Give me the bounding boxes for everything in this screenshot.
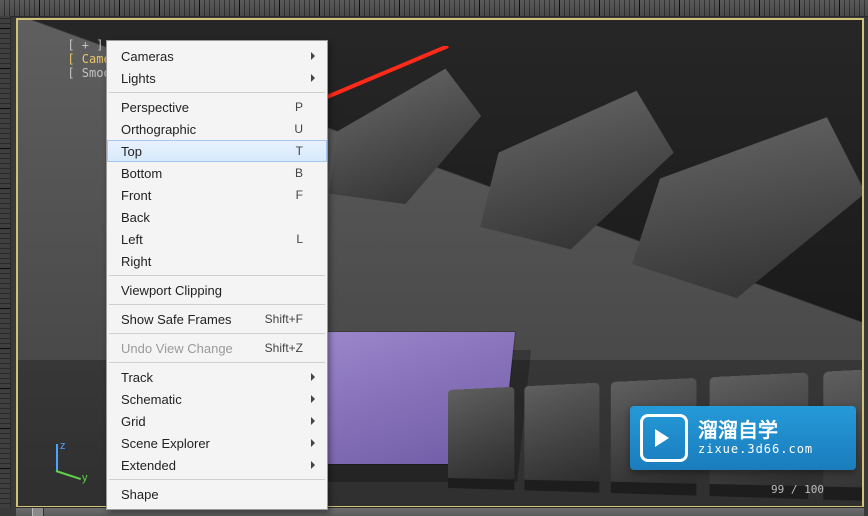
menu-item-label: Shape <box>121 487 159 502</box>
menu-item-label: Track <box>121 370 153 385</box>
menu-item-undo-view-change: Undo View Change Shift+Z <box>107 337 327 359</box>
menu-item-orthographic[interactable]: Orthographic U <box>107 118 327 140</box>
menu-item-shortcut: B <box>295 166 303 180</box>
menu-item-scene-explorer[interactable]: Scene Explorer <box>107 432 327 454</box>
menu-item-label: Scene Explorer <box>121 436 210 451</box>
menu-item-label: Bottom <box>121 166 162 181</box>
menu-separator <box>109 333 325 334</box>
axis-gizmo: z y <box>38 444 84 490</box>
menu-item-shape[interactable]: Shape <box>107 483 327 505</box>
menu-item-label: Left <box>121 232 143 247</box>
viewport-context-menu: Cameras Lights Perspective P Orthographic U To… <box>106 40 328 510</box>
timeline-thumb[interactable] <box>32 508 44 516</box>
menu-item-lights[interactable]: Lights <box>107 67 327 89</box>
ruler-vertical <box>0 16 11 508</box>
play-icon <box>640 414 688 462</box>
menu-separator <box>109 362 325 363</box>
geometry-decor <box>329 55 487 213</box>
menu-item-shortcut: U <box>294 122 303 136</box>
menu-item-shortcut: Shift+F <box>265 312 303 326</box>
menu-item-label: Right <box>121 254 151 269</box>
menu-item-shortcut: L <box>296 232 303 246</box>
menu-item-label: Back <box>121 210 150 225</box>
viewport-plus-button[interactable]: [ + ] <box>67 38 103 52</box>
menu-item-show-safe-frames[interactable]: Show Safe Frames Shift+F <box>107 308 327 330</box>
menu-item-shortcut: P <box>295 100 303 114</box>
menu-item-label: Undo View Change <box>121 341 233 356</box>
menu-item-shortcut: T <box>296 144 303 158</box>
menu-item-shortcut: Shift+Z <box>265 341 303 355</box>
menu-item-left[interactable]: Left L <box>107 228 327 250</box>
menu-item-schematic[interactable]: Schematic <box>107 388 327 410</box>
watermark-badge: 溜溜自学 zixue.3d66.com <box>630 406 856 470</box>
menu-separator <box>109 92 325 93</box>
menu-item-label: Viewport Clipping <box>121 283 222 298</box>
menu-item-front[interactable]: Front F <box>107 184 327 206</box>
frame-readout: 99 / 100 <box>771 483 824 496</box>
axis-label-y: y <box>82 472 88 484</box>
menu-item-label: Show Safe Frames <box>121 312 232 327</box>
menu-item-label: Top <box>121 144 142 159</box>
menu-item-label: Lights <box>121 71 156 86</box>
menu-item-cameras[interactable]: Cameras <box>107 45 327 67</box>
menu-item-track[interactable]: Track <box>107 366 327 388</box>
menu-item-right[interactable]: Right <box>107 250 327 272</box>
menu-item-top[interactable]: Top T <box>107 140 327 162</box>
menu-item-label: Front <box>121 188 151 203</box>
menu-item-label: Extended <box>121 458 176 473</box>
menu-item-label: Cameras <box>121 49 174 64</box>
menu-item-label: Grid <box>121 414 146 429</box>
menu-item-bottom[interactable]: Bottom B <box>107 162 327 184</box>
axis-label-z: z <box>60 440 66 452</box>
menu-item-back[interactable]: Back <box>107 206 327 228</box>
geometry-decor <box>632 74 864 326</box>
ruler-horizontal <box>0 0 868 17</box>
menu-item-perspective[interactable]: Perspective P <box>107 96 327 118</box>
menu-item-label: Schematic <box>121 392 182 407</box>
menu-item-label: Orthographic <box>121 122 196 137</box>
watermark-subtitle: zixue.3d66.com <box>698 443 813 457</box>
menu-separator <box>109 275 325 276</box>
menu-item-extended[interactable]: Extended <box>107 454 327 476</box>
menu-item-grid[interactable]: Grid <box>107 410 327 432</box>
menu-separator <box>109 304 325 305</box>
menu-item-label: Perspective <box>121 100 189 115</box>
menu-item-viewport-clipping[interactable]: Viewport Clipping <box>107 279 327 301</box>
watermark-title: 溜溜自学 <box>698 420 813 443</box>
menu-item-shortcut: F <box>296 188 303 202</box>
menu-separator <box>109 479 325 480</box>
